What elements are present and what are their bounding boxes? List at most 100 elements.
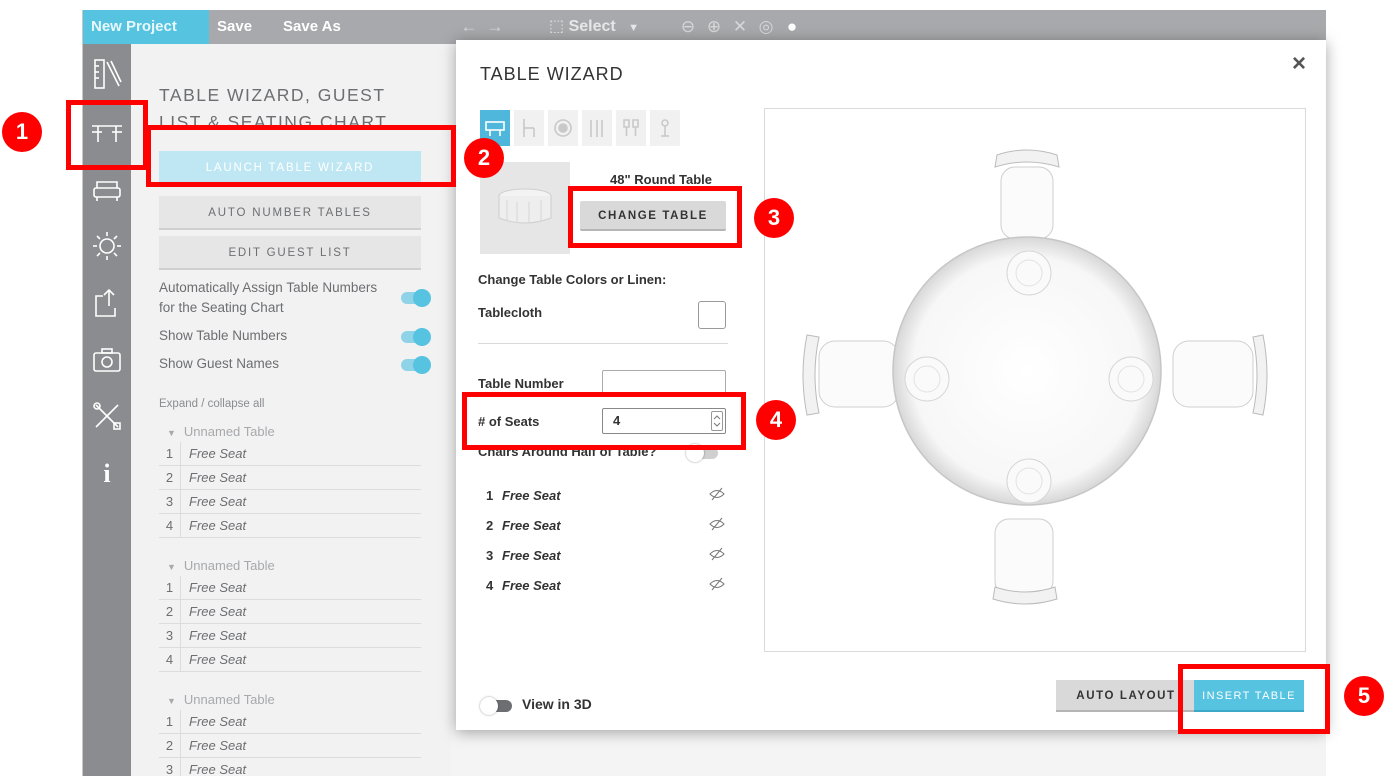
seat-row[interactable]: 4 Free Seat (159, 514, 421, 538)
wizard-seat-row[interactable]: 4 Free Seat (486, 576, 726, 595)
plate-top (1006, 250, 1052, 296)
colors-label: Change Table Colors or Linen: (478, 272, 667, 287)
tab-chair-icon[interactable] (514, 110, 544, 146)
seat-row[interactable]: 1 Free Seat (159, 442, 421, 466)
tablecloth-label: Tablecloth (478, 305, 543, 320)
plate-bottom (1006, 458, 1052, 504)
table-group: ▼ Unnamed Table 1 Free Seat 2 Free Seat 3 Fr… (159, 556, 421, 672)
center-icon[interactable]: ◎ (755, 10, 777, 44)
redo-icon[interactable]: → (483, 10, 507, 44)
highlight-box-3 (568, 186, 742, 248)
caret-down-icon: ▼ (167, 696, 176, 706)
seat-row[interactable]: 3 Free Seat (159, 624, 421, 648)
eye-hidden-icon[interactable] (708, 546, 726, 565)
tab-glassware-icon[interactable] (616, 110, 646, 146)
toggle-label: Automatically Assign Table Numbers for t… (159, 280, 378, 315)
zoom-in-icon[interactable]: ⊕ (703, 10, 725, 44)
edit-guest-list-button[interactable]: EDIT GUEST LIST (159, 236, 421, 270)
lighting-icon[interactable] (83, 218, 131, 274)
auto-layout-button[interactable]: AUTO LAYOUT (1056, 680, 1196, 712)
tab-cutlery-icon[interactable] (582, 110, 612, 146)
tab-centerpiece-icon[interactable] (650, 110, 680, 146)
callout-badge-2: 2 (464, 138, 504, 178)
chair-right (1172, 334, 1268, 416)
export-icon[interactable] (83, 274, 131, 330)
table-thumbnail (480, 162, 570, 254)
tools-icon[interactable] (83, 388, 131, 444)
highlight-box-1 (66, 100, 148, 170)
plate-left (904, 356, 950, 402)
selected-table-name: 48" Round Table (610, 172, 712, 187)
top-toolbar: New Project Save Save As ← → ⬚ Select ▼ … (83, 10, 1326, 44)
seat-row[interactable]: 3 Free Seat (159, 758, 421, 776)
camera-icon[interactable] (83, 332, 131, 388)
seat-row[interactable]: 2 Free Seat (159, 600, 421, 624)
show-table-numbers-row: Show Table Numbers (159, 326, 431, 346)
chair-left (802, 334, 900, 416)
wizard-seat-row[interactable]: 2 Free Seat (486, 516, 726, 535)
wizard-seat-row[interactable]: 3 Free Seat (486, 546, 726, 565)
tab-plate-icon[interactable] (548, 110, 578, 146)
eye-hidden-icon[interactable] (708, 516, 726, 535)
minus-circle-icon[interactable]: ● (781, 10, 803, 44)
callout-badge-5: 5 (1344, 676, 1384, 716)
undo-icon[interactable]: ← (457, 10, 481, 44)
seat-row[interactable]: 1 Free Seat (159, 710, 421, 734)
seat-row[interactable]: 1 Free Seat (159, 576, 421, 600)
toggle-label: Show Table Numbers (159, 328, 288, 343)
auto-assign-toggle[interactable] (401, 289, 431, 307)
highlight-box-2 (146, 125, 456, 187)
seat-row[interactable]: 4 Free Seat (159, 648, 421, 672)
table-group-header[interactable]: ▼ Unnamed Table (159, 422, 421, 442)
new-project-button[interactable]: New Project (83, 10, 209, 44)
expand-collapse-link[interactable]: Expand / collapse all (159, 398, 264, 410)
toggle-label: Show Guest Names (159, 356, 280, 371)
seat-row[interactable]: 2 Free Seat (159, 734, 421, 758)
auto-assign-toggle-row: Automatically Assign Table Numbers for t… (159, 278, 431, 318)
eye-hidden-icon[interactable] (708, 486, 726, 505)
show-guest-names-row: Show Guest Names (159, 354, 431, 374)
callout-badge-1: 1 (2, 112, 42, 152)
zoom-out-icon[interactable]: ⊖ (677, 10, 699, 44)
show-table-numbers-toggle[interactable] (401, 328, 431, 346)
view-3d-label: View in 3D (522, 696, 592, 712)
table-number-label: Table Number (478, 376, 564, 391)
table-wizard-dialog: TABLE WIZARD × 48" Round Table CHANGE TA… (456, 40, 1326, 730)
table-group-header[interactable]: ▼ Unnamed Table (159, 556, 421, 576)
chair-bottom (992, 518, 1058, 605)
select-tool-label: Select (568, 18, 616, 35)
callout-badge-4: 4 (756, 400, 796, 440)
caret-down-icon: ▼ (167, 428, 176, 438)
select-tool-icon: ⬚ (549, 18, 565, 35)
info-icon[interactable]: i (83, 446, 131, 502)
seat-row[interactable]: 2 Free Seat (159, 466, 421, 490)
eye-hidden-icon[interactable] (708, 576, 726, 595)
chevron-down-icon: ▼ (628, 22, 640, 34)
save-as-button[interactable]: Save As (275, 10, 355, 44)
fit-screen-icon[interactable]: ✕ (729, 10, 751, 44)
round-table-icon (498, 188, 552, 224)
view-3d-toggle[interactable] (480, 697, 512, 715)
caret-down-icon: ▼ (167, 562, 176, 572)
seat-row[interactable]: 3 Free Seat (159, 490, 421, 514)
show-guest-names-toggle[interactable] (401, 356, 431, 374)
tablecloth-color-swatch[interactable] (698, 301, 726, 329)
chair-top (994, 149, 1060, 240)
table-group: ▼ Unnamed Table 1 Free Seat 2 Free Seat 3 Fr… (159, 690, 421, 776)
wizard-seat-row[interactable]: 1 Free Seat (486, 486, 726, 505)
dialog-title: TABLE WIZARD (480, 64, 624, 84)
sofa-icon[interactable] (83, 162, 131, 218)
table-preview-illustration (802, 149, 1268, 605)
callout-badge-3: 3 (754, 198, 794, 238)
select-tool-dropdown[interactable]: ⬚ Select ▼ (549, 10, 639, 44)
auto-number-tables-button[interactable]: AUTO NUMBER TABLES (159, 196, 421, 230)
table-group: ▼ Unnamed Table 1 Free Seat 2 Free Seat 3 Fr… (159, 422, 421, 538)
highlight-box-4 (462, 392, 746, 450)
table-preview-canvas (764, 108, 1306, 652)
ruler-pencil-icon[interactable] (83, 46, 131, 102)
divider (478, 343, 728, 344)
table-group-header[interactable]: ▼ Unnamed Table (159, 690, 421, 710)
plate-right (1108, 356, 1154, 402)
save-button[interactable]: Save (209, 10, 273, 44)
close-icon[interactable]: × (1292, 50, 1306, 78)
